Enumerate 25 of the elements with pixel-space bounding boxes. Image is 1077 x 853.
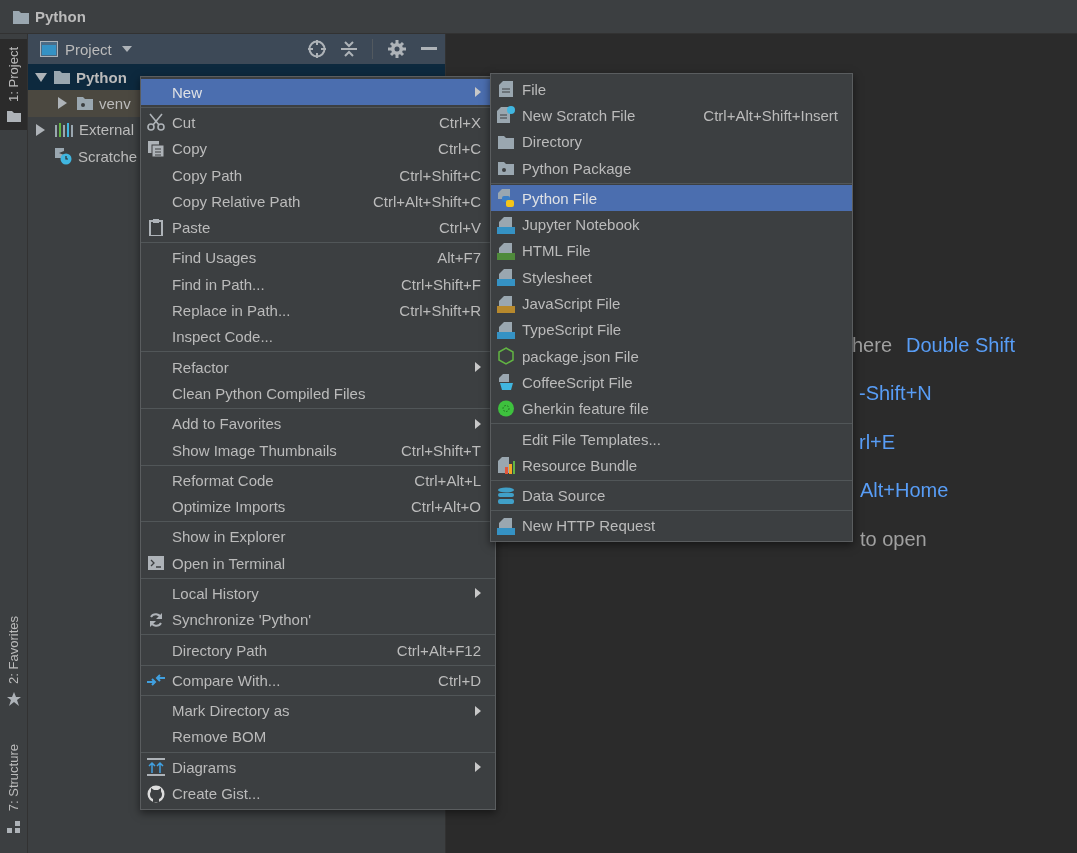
shortcut-hint: Double Shift — [906, 333, 1015, 357]
shortcut-hint: rl+E — [859, 430, 896, 454]
shortcut-text: Ctrl+Alt+F12 — [396, 641, 481, 659]
hint-text: here — [852, 333, 893, 357]
tree-item-label: venv — [99, 94, 131, 112]
shortcut-text: Ctrl+C — [438, 140, 481, 158]
shortcut-text: Alt+F7 — [437, 249, 481, 267]
shortcut-text: Ctrl+D — [438, 671, 481, 689]
tree-item-label: Scratche — [78, 147, 138, 165]
window-title: Python — [35, 8, 86, 25]
shortcut-text: Ctrl+Shift+F — [400, 275, 481, 293]
shortcut-text: Ctrl+Shift+T — [400, 441, 481, 459]
shortcut-hint: -Shift+N — [859, 382, 932, 405]
tree-item-label: External — [79, 121, 135, 139]
hint-text: to open — [860, 527, 927, 551]
tree-item-label: Python — [76, 68, 127, 86]
shortcut-text: Ctrl+V — [438, 219, 481, 237]
shortcut-text: Ctrl+Alt+O — [410, 498, 481, 516]
shortcut-text: Ctrl+Shift+C — [399, 166, 481, 184]
shortcut-text: Ctrl+Alt+Shift+C — [373, 192, 481, 210]
shortcut-text: Ctrl+X — [438, 113, 481, 131]
shortcut-text: Ctrl+Alt+L — [414, 471, 481, 489]
shortcut-text: Ctrl+Shift+R — [399, 302, 481, 319]
shortcut-text: Ctrl+Alt+Shift+Insert — [703, 106, 838, 124]
shortcut-hint: Alt+Home — [860, 479, 949, 502]
